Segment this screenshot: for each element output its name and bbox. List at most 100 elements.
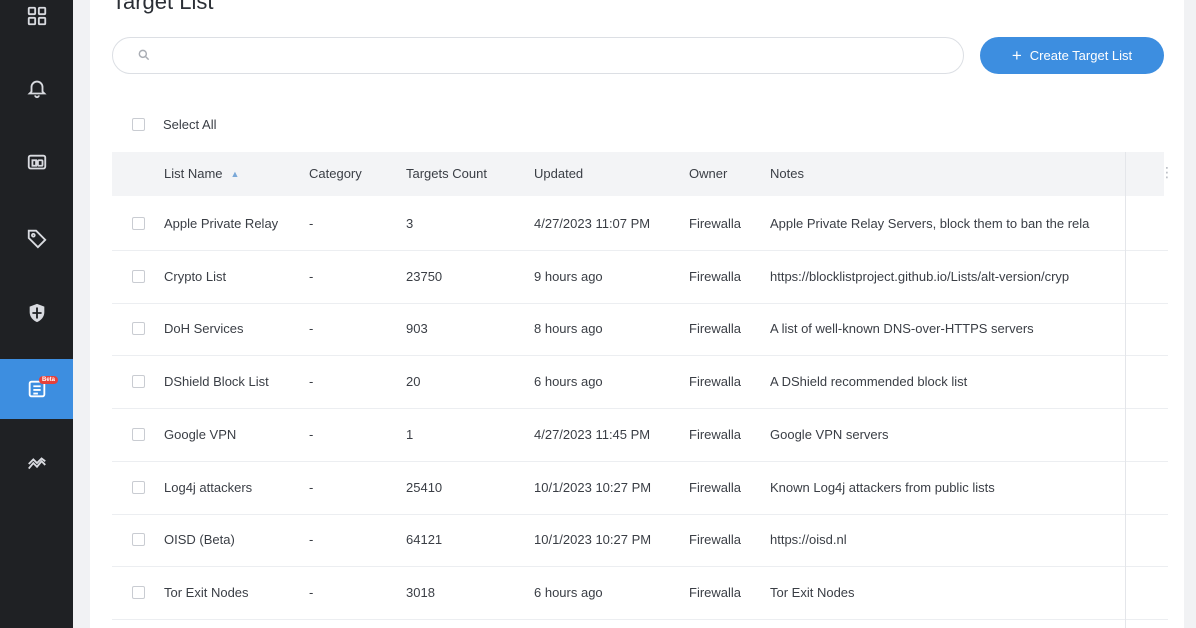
cell-list-name: OISD (Beta) <box>164 532 235 548</box>
sidebar-item-devices[interactable] <box>0 133 73 193</box>
cell-updated: 10/1/2023 10:27 PM <box>534 479 652 495</box>
cell-owner: Firewalla <box>689 426 742 442</box>
cell-notes: Known Log4j attackers from public lists <box>770 479 995 495</box>
cell-category: - <box>309 426 314 442</box>
cell-notes: A list of well-known DNS-over-HTTPS serv… <box>770 321 1034 337</box>
cell-owner: Firewalla <box>689 532 742 548</box>
column-header-owner[interactable]: Owner <box>689 166 764 181</box>
cell-owner: Firewalla <box>689 216 742 231</box>
select-all[interactable]: Select All <box>132 117 216 132</box>
row-checkbox[interactable] <box>132 375 145 389</box>
column-options-icon[interactable]: ⋮ <box>1160 164 1174 181</box>
search-input[interactable] <box>159 44 943 70</box>
row-checkbox[interactable] <box>132 585 145 599</box>
cell-owner: Firewalla <box>689 321 742 337</box>
table-row[interactable]: Google VPN - 1 4/27/2023 11:45 PM Firewalla G… <box>112 409 1168 462</box>
row-checkbox[interactable] <box>132 269 145 283</box>
select-all-checkbox[interactable] <box>132 118 145 131</box>
cell-owner: Firewalla <box>689 584 742 600</box>
tag-icon <box>27 229 47 249</box>
sort-icon[interactable]: ▲ <box>231 169 240 179</box>
table-row[interactable]: Log4j attackers - 25410 10/1/2023 10:27 PM F… <box>112 462 1168 515</box>
cell-category: - <box>309 584 314 600</box>
sidebar-item-network-flows[interactable] <box>0 434 73 494</box>
cell-list-name: DoH Services <box>164 321 244 337</box>
row-checkbox[interactable] <box>132 427 145 441</box>
dashboard-icon <box>27 6 46 26</box>
list-name-header-label: List Name <box>164 166 223 181</box>
create-target-list-label: Create Target List <box>1029 48 1133 63</box>
cell-notes: https://oisd.nl <box>770 532 847 548</box>
cell-updated: 10/1/2023 10:27 PM <box>534 532 652 548</box>
page-title: Target List <box>112 0 214 14</box>
cell-category: - <box>309 532 314 548</box>
cell-updated: 9 hours ago <box>534 268 603 284</box>
cell-updated: 4/27/2023 11:45 PM <box>534 426 651 442</box>
cell-owner: Firewalla <box>689 268 742 284</box>
select-all-label: Select All <box>163 117 217 132</box>
cell-targets-count: 25410 <box>406 479 443 495</box>
row-checkbox[interactable] <box>132 217 145 230</box>
table-row[interactable]: Crypto List - 23750 9 hours ago Firewalla htt… <box>112 251 1168 304</box>
cell-category: - <box>309 374 314 390</box>
sidebar-item-alarms[interactable] <box>0 58 73 118</box>
main-panel: Target List + Create Target List Select … <box>90 0 1184 628</box>
cell-list-name: Google VPN <box>164 426 237 442</box>
cell-list-name: DShield Block List <box>164 374 269 390</box>
network-flow-icon <box>27 457 46 470</box>
cell-notes: Tor Exit Nodes <box>770 584 855 600</box>
cell-notes: Google VPN servers <box>770 426 889 442</box>
cell-category: - <box>309 268 314 284</box>
sidebar: Beta <box>0 0 73 628</box>
cell-targets-count: 23750 <box>406 268 443 284</box>
cell-targets-count: 1 <box>406 426 414 442</box>
row-checkbox[interactable] <box>132 480 145 494</box>
cell-updated: 4/27/2023 11:07 PM <box>534 216 651 231</box>
cell-category: - <box>309 321 314 337</box>
cell-category: - <box>309 216 314 231</box>
column-header-targets-count[interactable]: Targets Count <box>406 166 516 181</box>
column-header-notes[interactable]: Notes <box>770 166 1126 181</box>
table-row[interactable]: DShield Block List - 20 6 hours ago Firewall… <box>112 356 1168 410</box>
bell-icon <box>26 80 47 99</box>
cell-targets-count: 3 <box>406 216 414 231</box>
row-checkbox[interactable] <box>132 322 145 336</box>
cell-updated: 6 hours ago <box>534 374 603 390</box>
cell-notes: Apple Private Relay Servers, block them … <box>770 216 1090 231</box>
cell-updated: 6 hours ago <box>534 584 603 600</box>
column-header-updated[interactable]: Updated <box>534 166 684 181</box>
beta-badge: Beta <box>39 376 59 384</box>
create-target-list-button[interactable]: + Create Target List <box>980 37 1164 74</box>
devices-icon <box>27 154 46 170</box>
column-divider <box>1125 152 1126 628</box>
table-row[interactable]: OISD (Beta) - 64121 10/1/2023 10:27 PM Firew… <box>112 514 1168 568</box>
sidebar-item-tags[interactable] <box>0 208 73 268</box>
cell-list-name: Log4j attackers <box>164 479 253 495</box>
plus-icon: + <box>1011 46 1022 65</box>
search-icon <box>137 48 151 67</box>
sidebar-item-rules[interactable] <box>0 283 73 343</box>
sidebar-item-target-lists[interactable]: Beta <box>0 359 73 419</box>
cell-updated: 8 hours ago <box>534 321 603 337</box>
table-row[interactable]: Apple Private Relay - 3 4/27/2023 11:07 PM F… <box>112 198 1168 251</box>
search-box[interactable] <box>112 37 964 74</box>
cell-category: - <box>309 479 314 495</box>
cell-targets-count: 20 <box>406 374 421 390</box>
table-row[interactable]: DoH Services - 903 8 hours ago Firewalla A li… <box>112 303 1168 357</box>
row-checkbox[interactable] <box>132 533 145 547</box>
shield-icon <box>29 303 44 323</box>
cell-list-name: Tor Exit Nodes <box>164 584 249 600</box>
sidebar-item-dashboard[interactable] <box>0 0 73 46</box>
cell-list-name: Apple Private Relay <box>164 216 279 231</box>
cell-owner: Firewalla <box>689 479 742 495</box>
table-header: List Name ▲ Category Targets Count Update… <box>112 152 1174 196</box>
column-header-category[interactable]: Category <box>309 166 389 181</box>
cell-list-name: Crypto List <box>164 268 227 284</box>
cell-targets-count: 903 <box>406 321 428 337</box>
cell-owner: Firewalla <box>689 374 742 390</box>
cell-notes: A DShield recommended block list <box>770 374 968 390</box>
column-header-list-name[interactable]: List Name ▲ <box>164 166 300 181</box>
cell-notes: https://blocklistproject.github.io/Lists… <box>770 268 1070 284</box>
table-row[interactable]: Tor Exit Nodes - 3018 6 hours ago Firewalla T… <box>112 567 1168 620</box>
cell-targets-count: 3018 <box>406 584 435 600</box>
